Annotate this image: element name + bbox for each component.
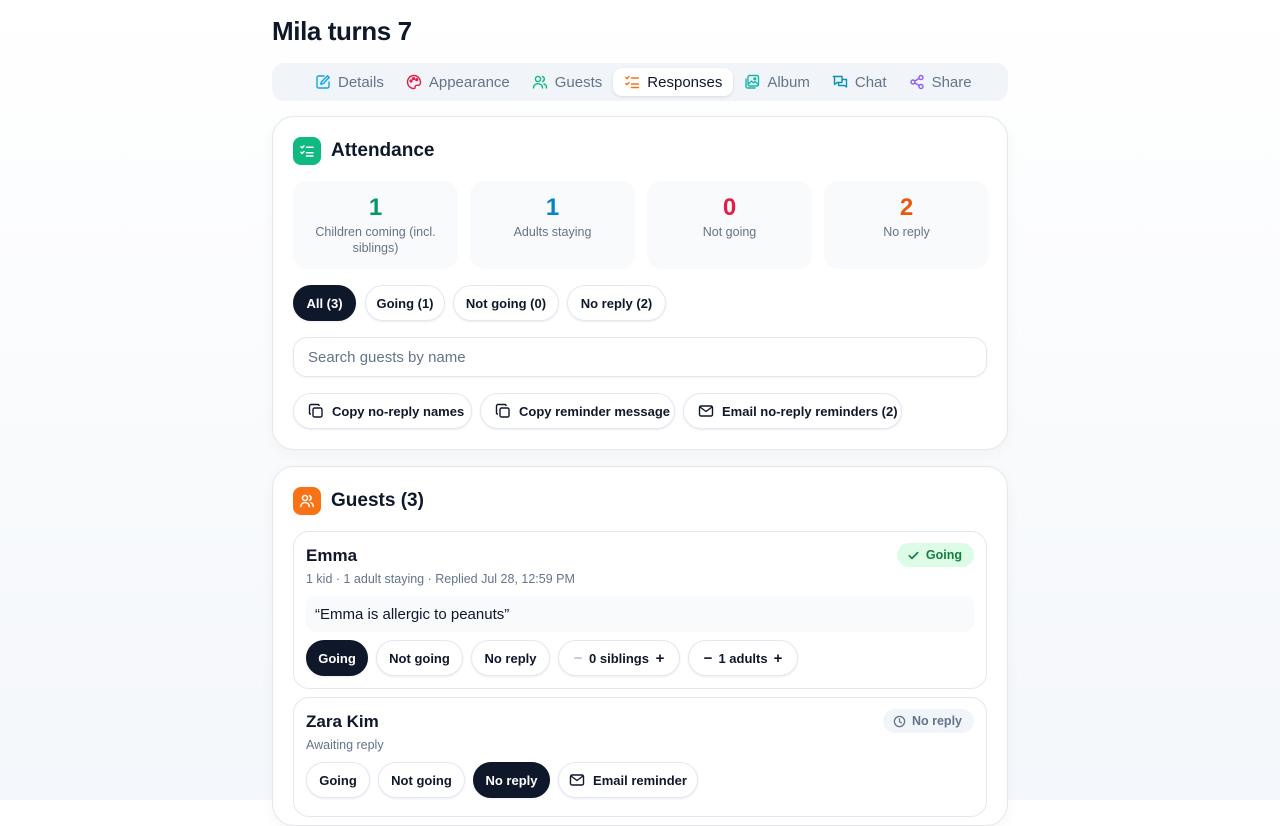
filter-no-reply[interactable]: No reply (2) xyxy=(567,285,666,321)
tab-label: Share xyxy=(931,73,972,91)
stat-not-going: 0 Not going xyxy=(647,181,812,269)
images-icon xyxy=(745,74,760,89)
stat-value: 2 xyxy=(899,194,914,221)
guests-title: Guests (3) xyxy=(331,490,424,511)
list-check-icon xyxy=(625,75,640,89)
stat-value: 1 xyxy=(368,194,383,221)
stat-no-reply: 2 No reply xyxy=(824,181,989,269)
filter-not-going[interactable]: Not going (0) xyxy=(453,285,559,321)
attendance-title: Attendance xyxy=(331,140,435,161)
copy-icon xyxy=(308,403,323,418)
attendance-header: Attendance xyxy=(293,137,434,165)
guest-name: Zara Kim xyxy=(306,712,379,731)
adults-increment-button[interactable]: + xyxy=(771,650,785,667)
tab-chat[interactable]: Chat xyxy=(821,68,898,96)
palette-icon xyxy=(406,74,422,90)
copy-no-reply-names-button[interactable]: Copy no-reply names xyxy=(293,393,472,429)
stat-value: 0 xyxy=(722,194,737,221)
stat-label: Not going xyxy=(702,225,757,239)
stat-adults-staying: 1 Adults staying xyxy=(470,181,635,269)
siblings-value: 0 siblings xyxy=(589,650,649,666)
button-label: Email no-reply reminders (2) xyxy=(722,403,898,419)
guests-card: Guests (3) Emma 1 kid · 1 adult staying … xyxy=(272,466,1008,826)
status-badge: No reply xyxy=(882,709,974,733)
button-label: Copy no-reply names xyxy=(332,403,465,419)
clock-icon xyxy=(893,715,906,727)
guest-note: “Emma is allergic to peanuts” xyxy=(306,596,974,632)
tab-label: Responses xyxy=(647,73,723,91)
not-going-button[interactable]: Not going xyxy=(376,640,463,676)
stat-children-coming: 1 Children coming (incl. siblings) xyxy=(293,181,458,269)
stats-row: 1 Children coming (incl. siblings) 1 Adu… xyxy=(293,181,989,269)
attendance-card: Attendance 1 Children coming (incl. sibl… xyxy=(272,116,1008,450)
copy-reminder-message-button[interactable]: Copy reminder message xyxy=(480,393,675,429)
siblings-decrement-button[interactable]: − xyxy=(571,650,585,667)
tab-appearance[interactable]: Appearance xyxy=(395,68,521,96)
adults-decrement-button[interactable]: − xyxy=(701,650,715,667)
filter-going[interactable]: Going (1) xyxy=(365,285,445,321)
tab-album[interactable]: Album xyxy=(733,68,821,96)
tab-responses[interactable]: Responses xyxy=(613,68,734,96)
tab-label: Appearance xyxy=(428,73,510,91)
guest-name: Emma xyxy=(306,546,358,565)
users-icon xyxy=(293,487,321,515)
adults-stepper: − 1 adults + xyxy=(688,640,798,676)
tab-details[interactable]: Details xyxy=(304,68,395,96)
adults-value: 1 adults xyxy=(718,650,768,666)
chat-icon xyxy=(832,75,848,88)
no-reply-button[interactable]: No reply xyxy=(471,640,550,676)
users-icon xyxy=(532,75,547,89)
list-check-icon xyxy=(293,137,321,165)
tab-label: Guests xyxy=(554,73,603,91)
stat-label: Adults staying xyxy=(513,225,592,239)
guest-card-emma: Emma 1 kid · 1 adult staying · Replied J… xyxy=(293,531,987,689)
tab-label: Album xyxy=(767,73,810,91)
search-input[interactable] xyxy=(293,337,987,377)
going-button[interactable]: Going xyxy=(306,640,368,676)
filter-all[interactable]: All (3) xyxy=(293,285,356,321)
copy-icon xyxy=(495,403,510,418)
not-going-button[interactable]: Not going xyxy=(378,762,465,798)
going-button[interactable]: Going xyxy=(306,762,370,798)
tab-guests[interactable]: Guests xyxy=(521,68,614,96)
siblings-increment-button[interactable]: + xyxy=(653,650,667,667)
page-title: Mila turns 7 xyxy=(272,16,412,46)
button-label: Copy reminder message xyxy=(519,403,671,419)
guest-card-zara-kim: Zara Kim Awaiting reply No reply Going N… xyxy=(293,697,987,817)
tab-label: Details xyxy=(338,73,384,91)
stat-label: Children coming (incl. siblings) xyxy=(315,225,436,255)
email-no-reply-reminders-button[interactable]: Email no-reply reminders (2) xyxy=(683,393,902,429)
stat-value: 1 xyxy=(545,194,560,221)
siblings-stepper: − 0 siblings + xyxy=(558,640,680,676)
edit-icon xyxy=(316,75,330,89)
status-label: Going xyxy=(925,548,962,562)
button-label: Email reminder xyxy=(593,772,687,788)
guest-meta: Awaiting reply xyxy=(306,738,384,752)
mail-icon xyxy=(569,774,585,786)
tab-label: Chat xyxy=(854,73,887,91)
tab-share[interactable]: Share xyxy=(898,68,983,96)
stat-label: No reply xyxy=(883,225,930,239)
no-reply-button[interactable]: No reply xyxy=(473,762,550,798)
guest-meta: 1 kid · 1 adult staying · Replied Jul 28… xyxy=(306,572,575,586)
tab-bar: Details Appearance Guests Responses Albu… xyxy=(272,63,1008,101)
guests-header: Guests (3) xyxy=(293,487,424,515)
status-label: No reply xyxy=(911,714,962,728)
status-badge: Going xyxy=(896,543,974,567)
check-icon xyxy=(908,551,919,559)
share-icon xyxy=(909,74,924,90)
mail-icon xyxy=(698,405,714,417)
email-reminder-button[interactable]: Email reminder xyxy=(558,762,698,798)
